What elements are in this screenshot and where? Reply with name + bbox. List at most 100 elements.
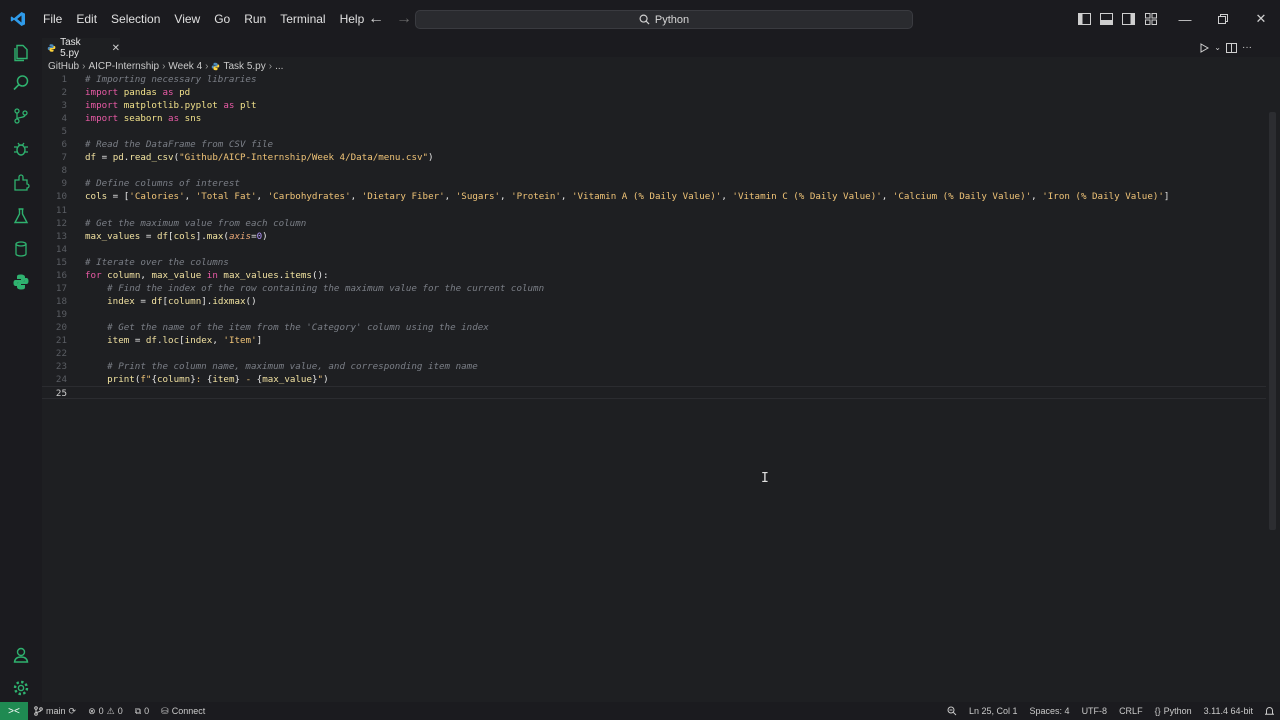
branch-status[interactable]: main ⟳ <box>28 706 82 717</box>
warning-count: 0 <box>117 706 123 716</box>
code-token: df <box>156 230 169 242</box>
tab-close-icon[interactable]: ✕ <box>112 43 120 54</box>
navigation-arrows: ← → <box>366 0 414 38</box>
run-options-chevron-icon[interactable]: ⌄ <box>1214 43 1221 52</box>
more-actions-icon[interactable]: ··· <box>1242 42 1252 53</box>
code-line[interactable]: 12 # Get the maximum value from each colu… <box>42 217 1266 230</box>
code-line[interactable]: 19 <box>42 308 1266 321</box>
line-number: 3 <box>61 100 67 112</box>
encoding[interactable]: UTF-8 <box>1076 706 1114 716</box>
zoom-icon[interactable] <box>941 706 963 716</box>
code-line[interactable]: 7 df = pd.read_csv("Github/AICP-Internshi… <box>42 151 1266 164</box>
breadcrumb-aicp-internship[interactable]: AICP-Internship <box>88 61 159 72</box>
forward-arrow-icon[interactable]: → <box>394 10 414 28</box>
explorer-icon[interactable] <box>0 38 42 68</box>
code-token: # Find the index of the row containing t… <box>107 282 545 294</box>
code-line[interactable]: 1 # Importing necessary libraries <box>42 73 1266 86</box>
breadcrumb-task5-py[interactable]: Task 5.py <box>223 61 265 72</box>
code-line[interactable]: 5 <box>42 125 1266 138</box>
menu-view[interactable]: View <box>167 0 207 38</box>
breadcrumb-github[interactable]: GitHub <box>48 61 79 72</box>
breadcrumb-week4[interactable]: Week 4 <box>168 61 202 72</box>
code-line[interactable]: 4 import seaborn as sns <box>42 112 1266 125</box>
code-line[interactable]: 11 <box>42 204 1266 217</box>
run-and-debug-icon[interactable] <box>0 134 42 164</box>
code-line[interactable]: 17 # Find the index of the row containin… <box>42 282 1266 295</box>
code-token: 'Iron (% Daily Value)' <box>1042 191 1164 203</box>
git-branch-icon <box>34 706 43 716</box>
problems-status[interactable]: ⊗ 0 ⚠ 0 <box>82 706 129 717</box>
notifications-bell-icon[interactable] <box>1259 706 1280 716</box>
python-extension-icon[interactable] <box>0 267 42 297</box>
code-token: , <box>444 191 456 203</box>
split-editor-icon[interactable] <box>1226 42 1237 53</box>
line-number: 13 <box>55 230 67 242</box>
settings-gear-icon[interactable] <box>0 673 42 703</box>
code-token: (): <box>311 269 329 281</box>
code-line[interactable]: 18 index = df[column].idxmax() <box>42 295 1266 308</box>
code-line[interactable]: 8 <box>42 164 1266 177</box>
code-line[interactable]: 3 import matplotlib.pyplot as plt <box>42 99 1266 112</box>
minimize-icon[interactable]: — <box>1166 0 1204 38</box>
remote-indicator-icon[interactable]: >< <box>0 702 28 720</box>
code-line[interactable]: 24 print(f"{column}: {item} - {max_value… <box>42 373 1266 386</box>
code-text: # Importing necessary libraries <box>85 73 256 86</box>
cursor-position[interactable]: Ln 25, Col 1 <box>963 706 1024 716</box>
code-token: ) <box>323 374 329 386</box>
code-line[interactable]: 21 item = df.loc[index, 'Item'] <box>42 334 1266 347</box>
sync-icon[interactable]: ⟳ <box>69 706 77 717</box>
status-bar: >< main ⟳ ⊗ 0 ⚠ 0 ⧉ 0 ⛁ Connect Ln 25, C… <box>0 702 1280 720</box>
ports-status[interactable]: ⧉ 0 <box>129 706 155 717</box>
customize-layout-icon[interactable] <box>1143 12 1158 27</box>
menu-terminal[interactable]: Terminal <box>273 0 332 38</box>
code-line[interactable]: 23 # Print the column name, maximum valu… <box>42 360 1266 373</box>
back-arrow-icon[interactable]: ← <box>366 10 386 28</box>
code-token: , <box>256 191 268 203</box>
code-line[interactable]: 22 <box>42 347 1266 360</box>
code-line[interactable]: 14 <box>42 243 1266 256</box>
vscode-logo-icon <box>0 0 36 38</box>
extensions-icon[interactable] <box>0 168 42 198</box>
menu-go[interactable]: Go <box>207 0 237 38</box>
code-line[interactable]: 10 cols = ['Calories', 'Total Fat', 'Carb… <box>42 190 1266 203</box>
code-line[interactable]: 15 # Iterate over the columns <box>42 256 1266 269</box>
code-line[interactable]: 25 <box>42 386 1266 400</box>
code-text: import pandas as pd <box>85 86 190 99</box>
menu-edit[interactable]: Edit <box>69 0 104 38</box>
source-control-icon[interactable] <box>0 101 42 131</box>
code-line[interactable]: 13 max_values = df[cols].max(axis=0) <box>42 230 1266 243</box>
toggle-secondary-sidebar-icon[interactable] <box>1121 12 1136 27</box>
python-interpreter[interactable]: 3.11.4 64-bit <box>1198 706 1259 716</box>
code-line[interactable]: 6 # Read the DataFrame from CSV file <box>42 138 1266 151</box>
testing-flask-icon[interactable] <box>0 201 42 231</box>
breadcrumb-symbol[interactable]: ... <box>275 61 283 72</box>
editor-scrollbar[interactable] <box>1269 112 1276 530</box>
tab-task5-py[interactable]: Task 5.py ✕ <box>42 37 120 59</box>
command-center-search[interactable]: Python <box>415 10 913 29</box>
search-view-icon[interactable] <box>0 68 42 98</box>
run-python-file-icon[interactable] <box>1199 42 1210 53</box>
code-text: import matplotlib.pyplot as plt <box>85 99 257 112</box>
code-line[interactable]: 9 # Define columns of interest <box>42 177 1266 190</box>
code-token: column <box>156 374 191 386</box>
toggle-panel-icon[interactable] <box>1099 12 1114 27</box>
indentation[interactable]: Spaces: 4 <box>1024 706 1076 716</box>
connect-status[interactable]: ⛁ Connect <box>155 706 211 717</box>
restore-icon[interactable] <box>1204 0 1242 38</box>
end-of-line[interactable]: CRLF <box>1113 706 1149 716</box>
code-line[interactable]: 16 for column, max_value in max_values.it… <box>42 269 1266 282</box>
code-token: = [ <box>107 191 130 203</box>
language-mode[interactable]: {} Python <box>1149 706 1198 716</box>
menu-file[interactable]: File <box>36 0 69 38</box>
code-line[interactable]: 2 import pandas as pd <box>42 86 1266 99</box>
code-line[interactable]: 20 # Get the name of the item from the '… <box>42 321 1266 334</box>
toggle-primary-sidebar-icon[interactable] <box>1077 12 1092 27</box>
close-window-icon[interactable]: ✕ <box>1242 0 1280 38</box>
menu-selection[interactable]: Selection <box>104 0 167 38</box>
code-token: cols <box>85 191 108 203</box>
code-editor[interactable]: 1 # Importing necessary libraries 2 import … <box>42 73 1266 702</box>
accounts-icon[interactable] <box>0 640 42 670</box>
menu-run[interactable]: Run <box>237 0 273 38</box>
database-icon[interactable] <box>0 234 42 264</box>
line-number: 14 <box>55 243 67 255</box>
